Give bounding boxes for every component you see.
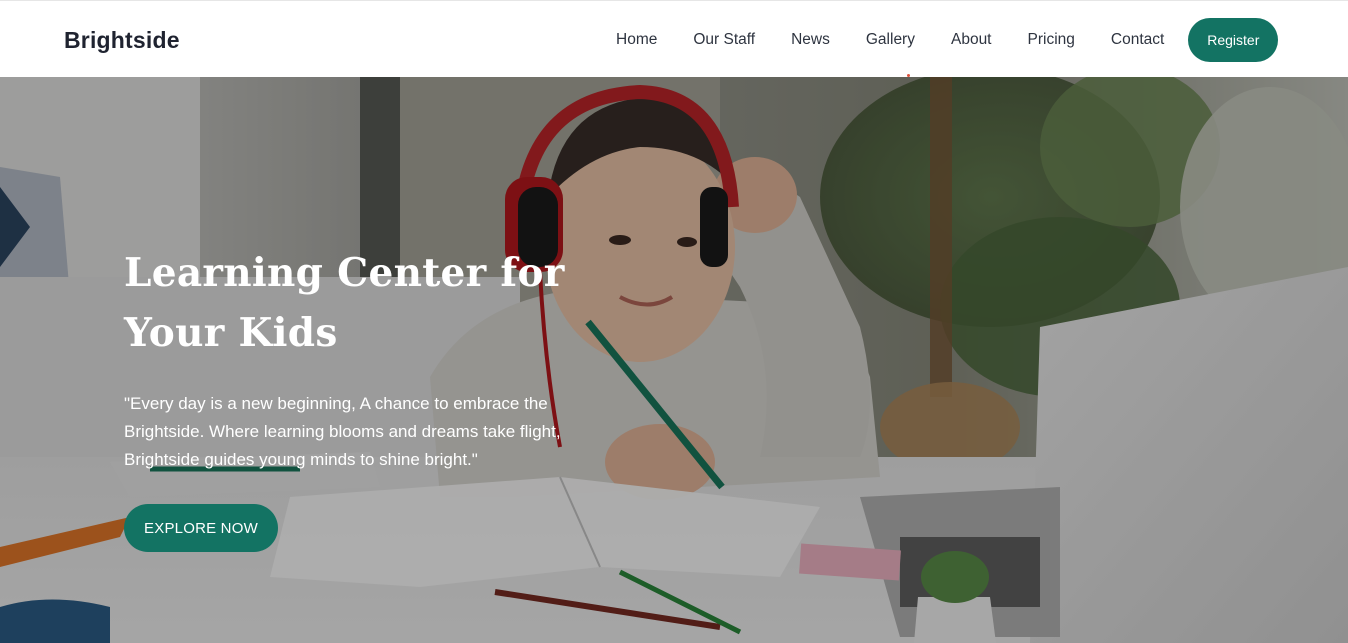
nav-home[interactable]: Home	[598, 17, 675, 62]
page: Brightside Home Our Staff News Gallery A…	[0, 0, 1348, 643]
hero-section: Learning Center for Your Kids "Every day…	[0, 77, 1348, 643]
nav-contact[interactable]: Contact	[1093, 17, 1182, 62]
nav-about[interactable]: About	[933, 17, 1010, 62]
hero-title-line-2: Your Kids	[124, 310, 338, 356]
explore-now-button[interactable]: EXPLORE NOW	[124, 504, 278, 552]
nav-our-staff[interactable]: Our Staff	[675, 17, 773, 62]
main-nav: Home Our Staff News Gallery About Pricin…	[598, 17, 1279, 77]
nav-news[interactable]: News	[773, 17, 848, 62]
nav-pricing[interactable]: Pricing	[1010, 17, 1093, 62]
hero-title-line-1: Learning Center for	[124, 250, 565, 296]
hero-title: Learning Center for Your Kids	[124, 243, 584, 363]
site-header: Brightside Home Our Staff News Gallery A…	[0, 0, 1348, 77]
brand-logo[interactable]: Brightside	[64, 27, 180, 54]
hero-quote: "Every day is a new beginning, A chance …	[124, 394, 561, 469]
nav-gallery[interactable]: Gallery	[848, 17, 933, 77]
register-button[interactable]: Register	[1188, 17, 1279, 62]
